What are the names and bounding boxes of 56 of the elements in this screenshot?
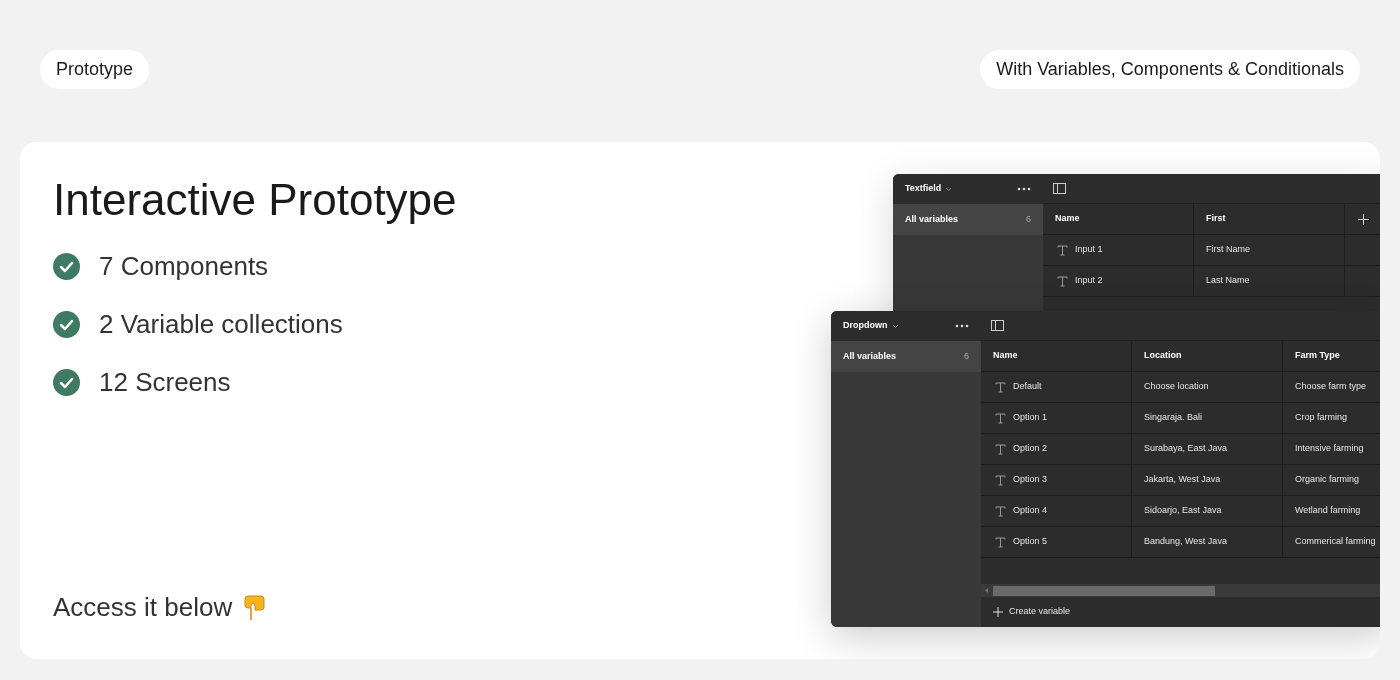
collection-dropdown[interactable]: Textfield — [905, 182, 953, 196]
table-cell: Organic farming — [1295, 473, 1360, 487]
feature-label: 2 Variable collections — [99, 308, 343, 341]
sidebar-toggle-icon[interactable] — [991, 320, 1004, 331]
table-cell: Singaraja. Bali — [1144, 411, 1203, 425]
variable-name: Default — [1013, 380, 1042, 394]
column-header: Farm Type — [1295, 349, 1340, 363]
table-cell: Surabaya, East Java — [1144, 442, 1228, 456]
feature-label: 12 Screens — [99, 366, 231, 399]
column-header: Name — [993, 349, 1018, 363]
table-cell: Choose farm type — [1295, 380, 1367, 394]
text-type-icon — [1057, 244, 1068, 256]
sidebar-item[interactable]: All variables 6 — [831, 341, 981, 372]
chevron-down-icon — [945, 186, 953, 192]
text-type-icon — [995, 505, 1006, 517]
table-cell: Crop farming — [1295, 411, 1348, 425]
column-header: Name — [1055, 212, 1080, 226]
table-cell: Sidoarjo, East Java — [1144, 504, 1222, 518]
variable-name: Option 1 — [1013, 411, 1048, 425]
table-cell: Wetland farming — [1295, 504, 1361, 518]
card-title: Interactive Prototype — [53, 174, 457, 226]
column-header: First — [1206, 212, 1226, 226]
variable-name: Option 3 — [1013, 473, 1048, 487]
chevron-down-icon — [891, 323, 899, 329]
column-header: Location — [1144, 349, 1182, 363]
footer-text: Access it below — [53, 591, 233, 624]
text-type-icon — [995, 536, 1006, 548]
more-icon[interactable] — [955, 324, 969, 328]
table-cell: Jakarta, West Java — [1144, 473, 1221, 487]
variable-name: Option 5 — [1013, 535, 1048, 549]
variable-name: Input 1 — [1075, 243, 1103, 257]
table-cell: Choose location — [1144, 380, 1209, 394]
sidebar-toggle-icon[interactable] — [1053, 183, 1066, 194]
text-type-icon — [995, 474, 1006, 486]
text-type-icon — [995, 381, 1006, 393]
plus-icon — [993, 607, 1003, 617]
text-type-icon — [995, 412, 1006, 424]
variable-name: Input 2 — [1075, 274, 1103, 288]
variable-name: Option 2 — [1013, 442, 1048, 456]
table-cell: Bandung, West Java — [1144, 535, 1227, 549]
table-cell: Last Name — [1206, 274, 1250, 288]
text-type-icon — [1057, 275, 1068, 287]
create-variable-button[interactable]: Create variable — [981, 597, 1380, 627]
table-cell: First Name — [1206, 243, 1250, 257]
collection-dropdown[interactable]: Dropdown — [843, 319, 899, 333]
scrollbar-thumb[interactable] — [993, 585, 1215, 596]
table-cell: Commerical farming — [1295, 535, 1376, 549]
add-icon[interactable] — [1357, 213, 1369, 225]
sidebar-item[interactable]: All variables 6 — [893, 204, 1043, 235]
more-icon[interactable] — [1017, 187, 1031, 191]
variable-name: Option 4 — [1013, 504, 1048, 518]
subtitle-badge: With Variables, Components & Conditionals — [980, 49, 1360, 89]
text-type-icon — [995, 443, 1006, 455]
feature-label: 7 Components — [99, 250, 269, 283]
table-cell: Intensive farming — [1295, 442, 1364, 456]
prototype-badge: Prototype — [40, 49, 150, 89]
